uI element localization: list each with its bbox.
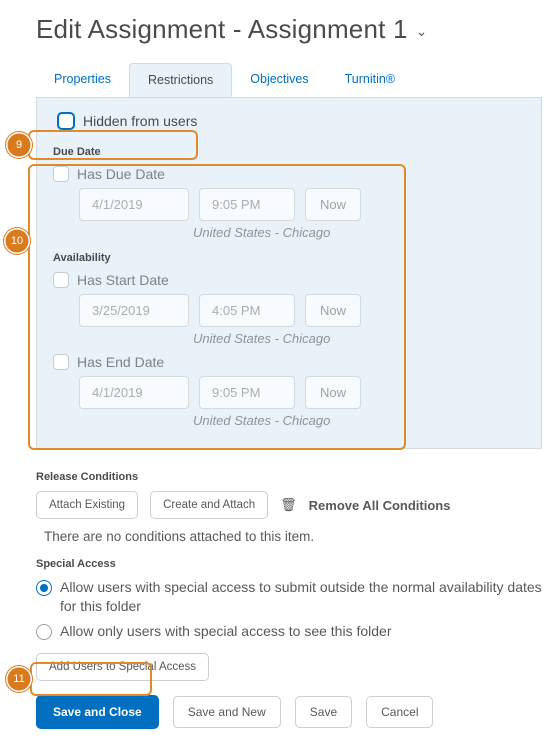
special-access-opt2-radio[interactable] bbox=[36, 624, 52, 640]
cancel-button[interactable]: Cancel bbox=[366, 696, 433, 728]
special-access-opt1-label: Allow users with special access to submi… bbox=[60, 578, 542, 616]
has-due-date-label: Has Due Date bbox=[77, 166, 165, 182]
has-due-date-checkbox[interactable] bbox=[53, 166, 69, 182]
hidden-label: Hidden from users bbox=[83, 113, 197, 129]
has-start-date-label: Has Start Date bbox=[77, 272, 169, 288]
due-time-input[interactable]: 9:05 PM bbox=[199, 188, 295, 221]
start-time-input[interactable]: 4:05 PM bbox=[199, 294, 295, 327]
tab-turnitin[interactable]: Turnitin® bbox=[327, 63, 413, 97]
start-date-input[interactable]: 3/25/2019 bbox=[79, 294, 189, 327]
tab-objectives[interactable]: Objectives bbox=[232, 63, 326, 97]
has-end-date-checkbox[interactable] bbox=[53, 354, 69, 370]
hidden-checkbox[interactable] bbox=[57, 112, 75, 130]
special-access-opt2-label: Allow only users with special access to … bbox=[60, 622, 391, 641]
due-now-button[interactable]: Now bbox=[305, 188, 361, 221]
due-date-heading: Due Date bbox=[53, 146, 525, 158]
annotation-badge-11: 11 bbox=[6, 666, 32, 692]
attach-existing-button[interactable]: Attach Existing bbox=[36, 491, 138, 519]
create-and-attach-button[interactable]: Create and Attach bbox=[150, 491, 268, 519]
special-access-heading: Special Access bbox=[36, 558, 542, 570]
has-end-date-label: Has End Date bbox=[77, 354, 164, 370]
remove-all-conditions[interactable]: Remove All Conditions bbox=[309, 498, 451, 513]
end-time-input[interactable]: 9:05 PM bbox=[199, 376, 295, 409]
annotation-badge-9: 9 bbox=[6, 132, 32, 158]
has-start-date-checkbox[interactable] bbox=[53, 272, 69, 288]
end-timezone: United States - Chicago bbox=[193, 413, 525, 428]
chevron-down-icon[interactable]: ⌄ bbox=[416, 23, 428, 40]
start-now-button[interactable]: Now bbox=[305, 294, 361, 327]
tab-properties[interactable]: Properties bbox=[36, 63, 129, 97]
restrictions-panel: Hidden from users Due Date Has Due Date … bbox=[36, 97, 542, 449]
page-title: Edit Assignment - Assignment 1 bbox=[36, 14, 408, 45]
add-users-special-access-button[interactable]: Add Users to Special Access bbox=[36, 653, 209, 681]
due-timezone: United States - Chicago bbox=[193, 225, 525, 240]
end-date-input[interactable]: 4/1/2019 bbox=[79, 376, 189, 409]
due-date-input[interactable]: 4/1/2019 bbox=[79, 188, 189, 221]
release-conditions-heading: Release Conditions bbox=[36, 471, 542, 483]
save-and-close-button[interactable]: Save and Close bbox=[36, 695, 159, 729]
tab-restrictions[interactable]: Restrictions bbox=[129, 63, 232, 97]
end-now-button[interactable]: Now bbox=[305, 376, 361, 409]
release-empty-text: There are no conditions attached to this… bbox=[44, 529, 542, 544]
special-access-opt1-radio[interactable] bbox=[36, 580, 52, 596]
start-timezone: United States - Chicago bbox=[193, 331, 525, 346]
availability-heading: Availability bbox=[53, 252, 525, 264]
tab-bar: Properties Restrictions Objectives Turni… bbox=[36, 63, 542, 98]
trash-icon[interactable]: 🗑 bbox=[280, 497, 297, 513]
save-button[interactable]: Save bbox=[295, 696, 352, 728]
annotation-badge-10: 10 bbox=[4, 228, 30, 254]
save-and-new-button[interactable]: Save and New bbox=[173, 696, 281, 728]
